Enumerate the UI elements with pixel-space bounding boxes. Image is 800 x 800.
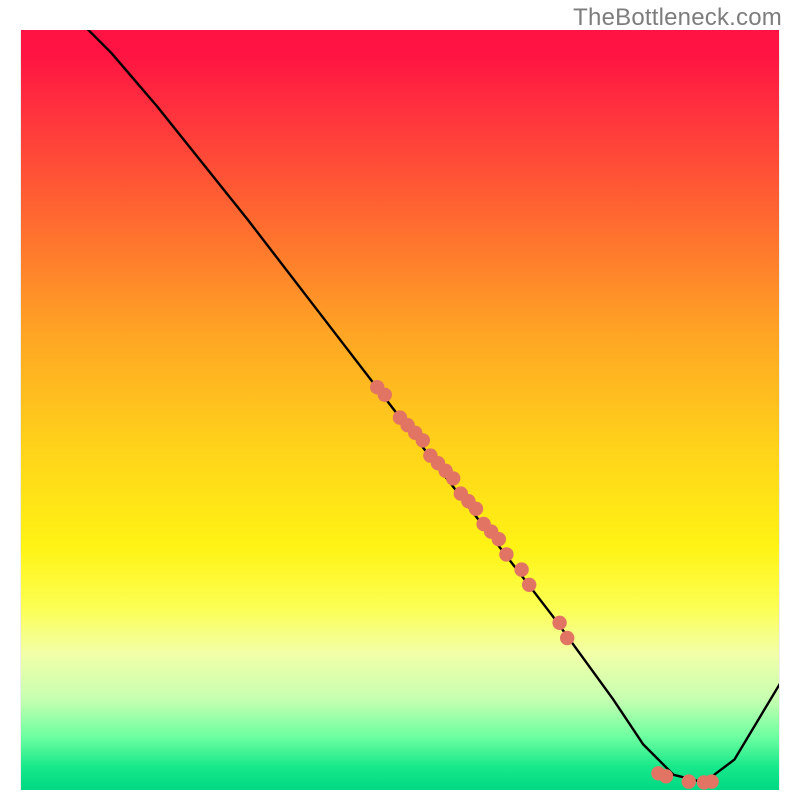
data-marker <box>560 631 574 645</box>
bottleneck-curve <box>20 30 780 782</box>
data-marker <box>682 774 696 788</box>
data-marker <box>378 388 392 402</box>
data-marker <box>499 547 513 561</box>
data-marker <box>659 769 673 783</box>
data-marker <box>416 433 430 447</box>
data-marker <box>492 532 506 546</box>
data-marker <box>514 562 528 576</box>
plot-area <box>20 30 780 790</box>
watermark-text: TheBottleneck.com <box>573 4 782 32</box>
bottleneck-chart: TheBottleneck.com <box>0 0 800 800</box>
data-marker <box>704 774 718 788</box>
data-marker <box>446 471 460 485</box>
data-marker <box>552 616 566 630</box>
data-marker <box>469 502 483 516</box>
data-marker <box>522 578 536 592</box>
chart-overlay-svg <box>20 30 780 790</box>
